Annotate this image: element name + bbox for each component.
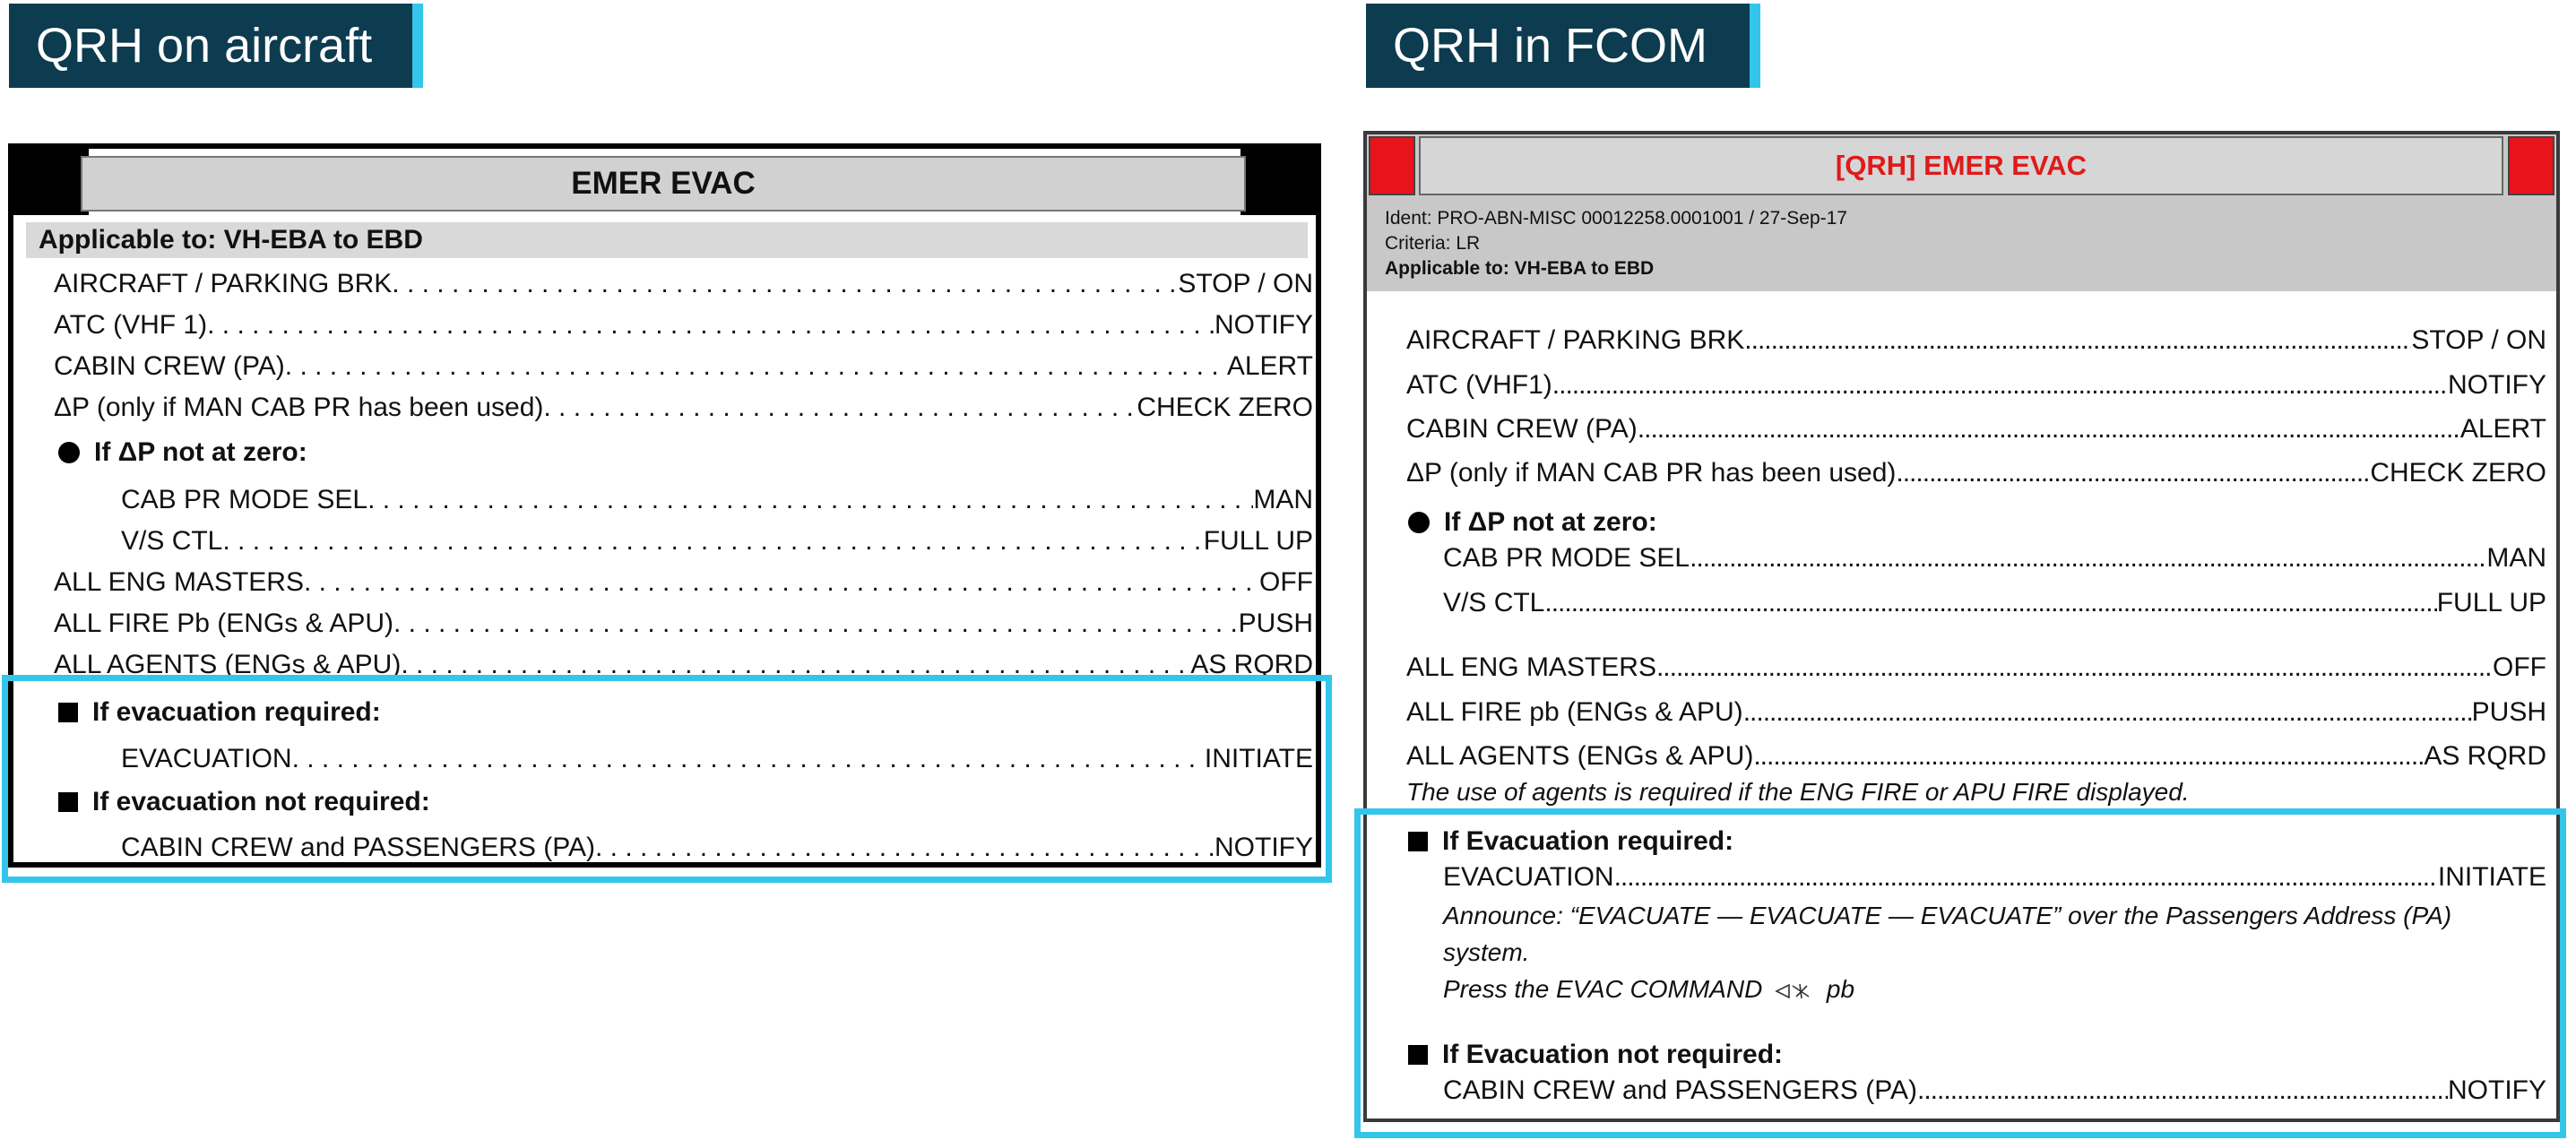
checklist-item: ALL ENG MASTERS OFF [54, 567, 1313, 607]
item-label: CABIN CREW (PA) [54, 351, 285, 381]
applicable-to: Applicable to: VH-EBA to EBD [26, 222, 1308, 258]
item-label: V/S CTL [1443, 588, 1545, 618]
item-value: PUSH [2471, 697, 2546, 727]
highlight-evacuation-section [2, 675, 1332, 883]
item-value: CHECK ZERO [2370, 458, 2546, 488]
condition-dp-not-zero: If ΔP not at zero: [1408, 507, 1657, 538]
item-value: FULL UP [1203, 526, 1313, 556]
item-label: ATC (VHF1) [1406, 370, 1552, 400]
checklist-item: ALL FIRE Pb (ENGs & APU) PUSH [54, 609, 1313, 648]
item-value: ALERT [1226, 351, 1313, 381]
condition-label: If ΔP not at zero: [94, 437, 307, 467]
checklist-item: V/S CTL FULL UP [121, 526, 1313, 566]
item-label: ALL ENG MASTERS [1406, 652, 1656, 682]
item-label: ΔP (only if MAN CAB PR has been used) [1406, 458, 1897, 488]
tag-qrh-on-aircraft: QRH on aircraft [9, 4, 423, 88]
checklist-item: ΔP (only if MAN CAB PR has been used) CH… [54, 393, 1313, 432]
item-label: ΔP (only if MAN CAB PR has been used) [54, 393, 544, 422]
checklist-item: AIRCRAFT / PARKING BRK STOP / ON [54, 269, 1313, 308]
circle-bullet-icon [58, 442, 80, 463]
item-value: STOP / ON [2411, 325, 2546, 355]
condition-label: If ΔP not at zero: [1444, 507, 1657, 537]
dot-leader [543, 393, 1137, 423]
dot-leader [222, 526, 1203, 557]
highlight-evacuation-section [1354, 808, 2566, 1138]
dot-leader [393, 609, 1239, 639]
checklist-item: ATC (VHF 1) NOTIFY [54, 310, 1313, 350]
dot-leader [1638, 414, 2460, 445]
dot-leader [367, 485, 1253, 515]
condition-dp-not-zero: If ΔP not at zero: [58, 437, 307, 468]
item-label: CAB PR MODE SEL [121, 485, 368, 514]
checklist-item: ALL AGENTS (ENGs & APU) AS RQRD [1406, 741, 2546, 781]
item-label: AIRCRAFT / PARKING BRK [1406, 325, 1745, 355]
ident-line: Ident: PRO-ABN-MISC 00012258.0001001 / 2… [1385, 208, 1847, 229]
procedure-header: [QRH] EMER EVAC Ident: PRO-ABN-MISC 0001… [1367, 134, 2556, 291]
item-value: MAN [2486, 543, 2546, 573]
item-value: OFF [1259, 567, 1313, 597]
checklist-item: CABIN CREW (PA) ALERT [54, 351, 1313, 391]
item-label: V/S CTL [121, 526, 223, 556]
checklist-item: CAB PR MODE SEL MAN [1443, 543, 2546, 583]
item-value: AS RQRD [2424, 741, 2546, 771]
item-value: NOTIFY [2448, 370, 2546, 400]
checklist-item: CABIN CREW (PA) ALERT [1406, 414, 2546, 453]
dot-leader [1744, 325, 2411, 356]
dot-leader [207, 310, 1215, 341]
tag-label: QRH on aircraft [36, 19, 373, 73]
agents-note: The use of agents is required if the ENG… [1406, 778, 2190, 806]
item-value: ALERT [2459, 414, 2546, 444]
item-label: AIRCRAFT / PARKING BRK [54, 269, 393, 298]
checklist-item: V/S CTL FULL UP [1443, 588, 2546, 627]
red-marker-left [1369, 136, 1415, 195]
applicable-to: Applicable to: VH-EBA to EBD [1385, 258, 1655, 279]
dot-leader [304, 567, 1259, 598]
red-marker-right [2508, 136, 2554, 195]
checklist-item: CAB PR MODE SEL MAN [121, 485, 1313, 524]
dot-leader [285, 351, 1227, 382]
procedure-title: EMER EVAC [81, 156, 1246, 212]
dot-leader [392, 269, 1178, 299]
item-label: ALL ENG MASTERS [54, 567, 304, 597]
checklist-item: ΔP (only if MAN CAB PR has been used) CH… [1406, 458, 2546, 497]
circle-bullet-icon [1408, 512, 1430, 533]
procedure-title: [QRH] EMER EVAC [1419, 136, 2503, 195]
tag-qrh-in-fcom: QRH in FCOM [1366, 4, 1760, 88]
checklist-item: ALL ENG MASTERS OFF [1406, 652, 2546, 692]
item-value: PUSH [1238, 609, 1313, 638]
checklist-item: ALL FIRE pb (ENGs & APU) PUSH [1406, 697, 2546, 737]
item-value: CHECK ZERO [1137, 393, 1313, 422]
dot-leader [1753, 741, 2424, 772]
item-label: CABIN CREW (PA) [1406, 414, 1638, 444]
dot-leader [1544, 588, 2436, 618]
item-value: STOP / ON [1178, 269, 1313, 298]
item-value: FULL UP [2436, 588, 2546, 618]
dot-leader [1552, 370, 2448, 401]
title-bar-right-block [1240, 149, 1316, 215]
dot-leader [1690, 543, 2486, 574]
dot-leader [1743, 697, 2472, 728]
checklist-item: AIRCRAFT / PARKING BRK STOP / ON [1406, 325, 2546, 365]
title-bar-left-block [13, 149, 89, 215]
tag-label: QRH in FCOM [1393, 19, 1707, 73]
item-label: ALL FIRE Pb (ENGs & APU) [54, 609, 393, 638]
item-value: MAN [1253, 485, 1313, 514]
item-label: CAB PR MODE SEL [1443, 543, 1690, 573]
item-value: OFF [2493, 652, 2546, 682]
item-label: ATC (VHF 1) [54, 310, 208, 340]
dot-leader [1656, 652, 2493, 683]
criteria-line: Criteria: LR [1385, 233, 1481, 254]
item-value: NOTIFY [1215, 310, 1313, 340]
dot-leader [1896, 458, 2370, 488]
item-label: ALL AGENTS (ENGs & APU) [1406, 741, 1754, 771]
item-label: ALL FIRE pb (ENGs & APU) [1406, 697, 1743, 727]
checklist-item: ATC (VHF1) NOTIFY [1406, 370, 2546, 410]
